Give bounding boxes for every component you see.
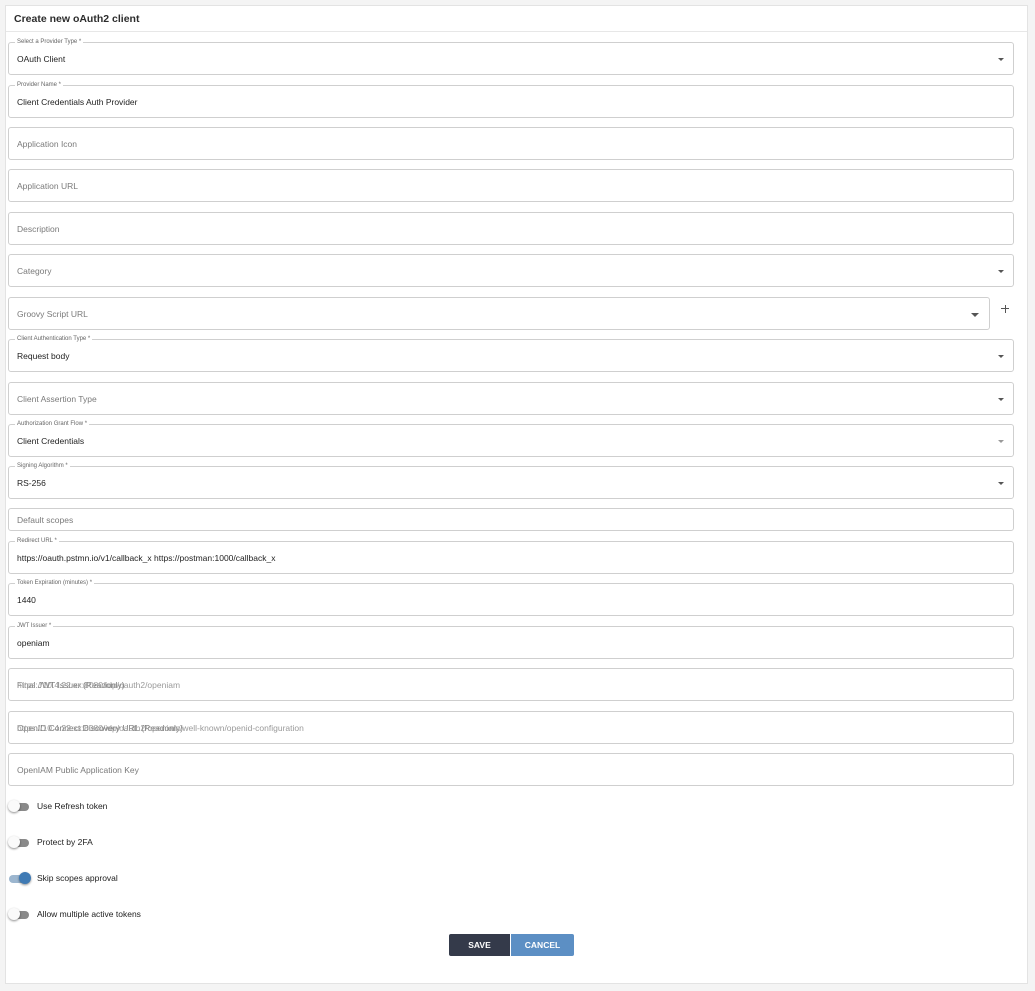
skip-scopes-label: Skip scopes approval (37, 873, 118, 883)
redirect-url-input[interactable]: Redirect URL * https://oauth.pstmn.io/v1… (8, 536, 1014, 574)
application-icon-placeholder: Application Icon (17, 139, 78, 149)
jwt-issuer-input[interactable]: JWT Issuer * openiam (8, 621, 1014, 659)
application-url-placeholder: Application URL (17, 181, 78, 191)
groovy-script-url-select[interactable]: Groovy Script URL (8, 297, 990, 330)
token-expiration-input[interactable]: Token Expiration (minutes) * 1440 (8, 578, 1014, 616)
jwt-issuer-label: JWT Issuer * (15, 621, 54, 631)
protect-2fa-label: Protect by 2FA (37, 837, 93, 847)
openid-discovery-url-value: https://10.4.22.xx:8080/idp/oauth2/openi… (17, 723, 304, 733)
token-expiration-label: Token Expiration (minutes) * (15, 578, 95, 588)
multiple-tokens-label: Allow multiple active tokens (37, 909, 141, 919)
application-icon-input[interactable]: Application Icon (8, 127, 1014, 160)
signing-algorithm-select[interactable]: Signing Algorithm * RS-256 (8, 461, 1014, 499)
public-app-key-input[interactable]: OpenIAM Public Application Key (8, 753, 1014, 786)
chevron-down-icon (998, 58, 1004, 61)
toggle-knob (8, 908, 20, 920)
client-assertion-type-select[interactable]: Client Assertion Type (8, 382, 1014, 415)
description-input[interactable]: Description (8, 212, 1014, 245)
grant-flow-value: Client Credentials (17, 436, 85, 446)
form-header: Create new oAuth2 client (6, 6, 1027, 32)
provider-type-value: OAuth Client (17, 54, 66, 64)
toggle-knob (19, 872, 31, 884)
toggle-knob (8, 836, 20, 848)
token-expiration-value: 1440 (17, 595, 36, 605)
provider-name-label: Provider Name * (15, 80, 64, 90)
description-placeholder: Description (17, 224, 60, 234)
save-button[interactable]: SAVE (449, 934, 510, 956)
final-jwt-issuer-input: Final JWT Issuer (Readonly) https://10.4… (8, 668, 1014, 701)
chevron-down-icon (998, 440, 1004, 443)
provider-type-select[interactable]: Select a Provider Type * OAuth Client (8, 37, 1014, 75)
public-app-key-placeholder: OpenIAM Public Application Key (17, 765, 139, 775)
signing-algorithm-label: Signing Algorithm * (15, 461, 70, 471)
category-select[interactable]: Category (8, 254, 1014, 287)
groovy-script-url-placeholder: Groovy Script URL (17, 309, 88, 319)
client-auth-type-value: Request body (17, 351, 70, 361)
category-placeholder: Category (17, 266, 52, 276)
add-groovy-script-icon[interactable] (998, 302, 1012, 316)
chevron-down-icon (998, 270, 1004, 273)
provider-name-value: Client Credentials Auth Provider (17, 97, 138, 107)
chevron-down-icon (971, 313, 979, 317)
redirect-url-value: https://oauth.pstmn.io/v1/callback_x htt… (17, 553, 276, 563)
default-scopes-input[interactable]: Default scopes (8, 508, 1014, 531)
final-jwt-issuer-value: https://10.4.22.xx:8080/idp/oauth2/openi… (17, 680, 181, 690)
redirect-url-label: Redirect URL * (15, 536, 59, 546)
provider-name-input[interactable]: Provider Name * Client Credentials Auth … (8, 80, 1014, 118)
jwt-issuer-value: openiam (17, 638, 50, 648)
chevron-down-icon (998, 355, 1004, 358)
application-url-input[interactable]: Application URL (8, 169, 1014, 202)
grant-flow-label: Authorization Grant Flow * (15, 419, 90, 429)
use-refresh-token-label: Use Refresh token (37, 801, 108, 811)
chevron-down-icon (998, 398, 1004, 401)
client-assertion-type-placeholder: Client Assertion Type (17, 394, 97, 404)
default-scopes-placeholder: Default scopes (17, 515, 74, 525)
client-auth-type-label: Client Authentication Type * (15, 334, 93, 344)
openid-discovery-url-input: OpenID Connect Discovery URL (Readonly) … (8, 711, 1014, 744)
grant-flow-select[interactable]: Authorization Grant Flow * Client Creden… (8, 419, 1014, 457)
chevron-down-icon (998, 482, 1004, 485)
toggle-knob (8, 800, 20, 812)
signing-algorithm-value: RS-256 (17, 478, 46, 488)
cancel-button[interactable]: CANCEL (511, 934, 574, 956)
client-auth-type-select[interactable]: Client Authentication Type * Request bod… (8, 334, 1014, 372)
provider-type-label: Select a Provider Type * (15, 37, 84, 47)
protect-2fa-toggle[interactable]: Protect by 2FA (8, 836, 308, 850)
use-refresh-token-toggle[interactable]: Use Refresh token (8, 800, 308, 814)
page-title: Create new oAuth2 client (14, 13, 140, 25)
skip-scopes-toggle[interactable]: Skip scopes approval (8, 872, 308, 886)
multiple-tokens-toggle[interactable]: Allow multiple active tokens (8, 908, 308, 922)
